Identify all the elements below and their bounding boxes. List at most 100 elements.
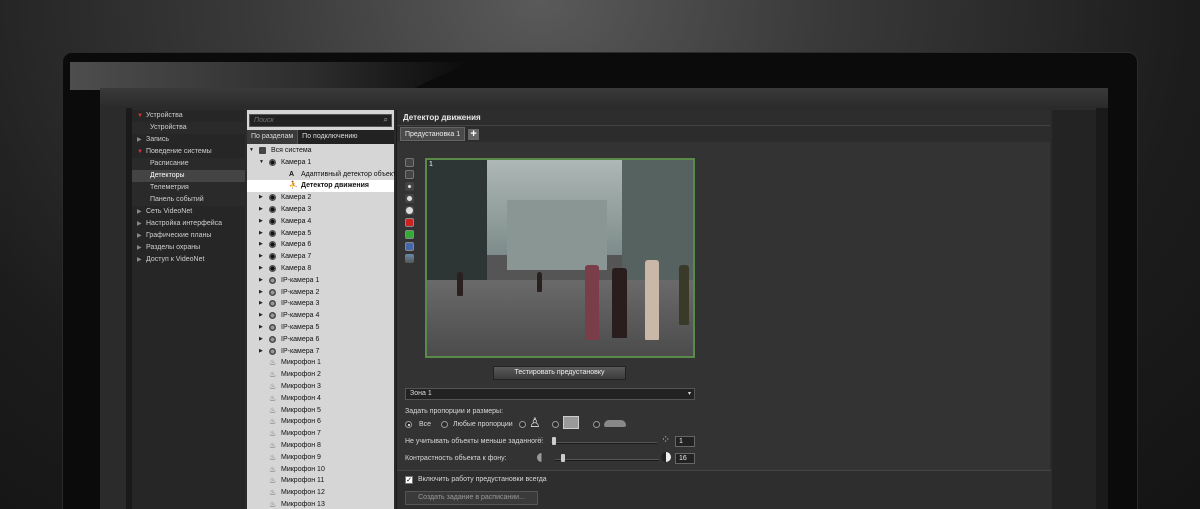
collapse-arrow-icon[interactable]: ▶: [259, 228, 263, 240]
tree-node[interactable]: ♨ Микрофон 9: [247, 452, 394, 464]
collapse-arrow-icon[interactable]: ▶: [259, 239, 263, 251]
tree-node[interactable]: ▶ Камера 7: [247, 251, 394, 263]
tree-node[interactable]: ♨ Микрофон 10: [247, 464, 394, 476]
contrast-slider-knob[interactable]: [561, 454, 565, 462]
tab-by-sections[interactable]: По разделам: [247, 130, 299, 144]
nav-label: Графические планы: [146, 232, 212, 239]
collapse-arrow-icon[interactable]: ▶: [259, 346, 263, 358]
nav-item-4[interactable]: Расписание: [132, 158, 245, 170]
tree-node[interactable]: ▶ Камера 3: [247, 204, 394, 216]
camera-icon: [269, 253, 276, 261]
collapse-arrow-icon[interactable]: ▶: [259, 310, 263, 322]
nav-section-11[interactable]: ▶ Разделы охраны: [132, 242, 245, 254]
tree-node[interactable]: ▶ IP-камера 1: [247, 275, 394, 287]
tree-node[interactable]: ▶ IP-камера 3: [247, 298, 394, 310]
tree-node[interactable]: ♨ Микрофон 13: [247, 499, 394, 509]
tree-node[interactable]: A Адаптивный детектор объектов: [247, 169, 404, 181]
radio-all[interactable]: [405, 421, 412, 428]
collapse-arrow-icon[interactable]: ▶: [259, 275, 263, 287]
schedule-task-button[interactable]: Создать задание в расписании...: [405, 491, 538, 505]
collapse-arrow-icon[interactable]: ▶: [259, 322, 263, 334]
radio-bus[interactable]: [552, 421, 559, 428]
min-size-slider[interactable]: [551, 442, 657, 444]
tree-node-label: Микрофон 9: [281, 453, 321, 461]
zone-select[interactable]: Зона 1 ▾: [405, 388, 695, 400]
red-zone-icon[interactable]: [405, 218, 414, 227]
nav-section-9[interactable]: ▶ Настройка интерфейса: [132, 218, 245, 230]
collapse-arrow-icon[interactable]: ▶: [259, 216, 263, 228]
tree-node[interactable]: ▶ IP-камера 6: [247, 334, 394, 346]
expand-arrow-icon[interactable]: ▼: [249, 145, 254, 157]
expanded-arrow-icon: ▼: [137, 149, 143, 155]
nav-item-6[interactable]: Телеметрия: [132, 182, 245, 194]
contrast-low-icon: [537, 453, 546, 462]
brush-large-icon[interactable]: [405, 206, 414, 215]
tree-node[interactable]: ▶ Камера 8: [247, 263, 394, 275]
camera-icon: [269, 205, 276, 213]
collapse-arrow-icon[interactable]: ▶: [259, 263, 263, 275]
min-size-field[interactable]: 1: [675, 436, 695, 447]
tree-node[interactable]: ⛹ Детектор движения: [247, 180, 394, 193]
brush-small-icon[interactable]: [405, 182, 414, 191]
tree-node[interactable]: ▶ IP-камера 2: [247, 287, 394, 299]
tree-node[interactable]: ♨ Микрофон 11: [247, 475, 394, 487]
expand-arrow-icon[interactable]: ▼: [259, 157, 264, 169]
test-preset-button[interactable]: Тестировать предустановку: [493, 366, 626, 380]
nav-section-8[interactable]: ▶ Сеть VideoNet: [132, 206, 245, 218]
collapse-arrow-icon[interactable]: ▶: [259, 204, 263, 216]
search-box[interactable]: ⌕: [249, 114, 392, 127]
tree-node[interactable]: ▼ Вся система: [247, 145, 394, 157]
rect-tool-icon[interactable]: [405, 158, 414, 167]
tree-node[interactable]: ♨ Микрофон 1: [247, 357, 394, 369]
tree-node[interactable]: ▶ IP-камера 5: [247, 322, 394, 334]
tree-node[interactable]: ♨ Микрофон 7: [247, 428, 394, 440]
camera-icon: [269, 264, 276, 272]
nav-item-5[interactable]: Детекторы: [132, 170, 245, 182]
search-icon[interactable]: ⌕: [384, 115, 388, 125]
collapse-arrow-icon[interactable]: ▶: [259, 287, 263, 299]
nav-section-0[interactable]: ▼ Устройства: [132, 110, 245, 122]
ip-camera-icon: [269, 288, 276, 296]
radio-person[interactable]: [519, 421, 526, 428]
tree-node[interactable]: ▶ Камера 6: [247, 239, 394, 251]
nav-item-1[interactable]: Устройства: [132, 122, 245, 134]
tree-node[interactable]: ♨ Микрофон 2: [247, 369, 394, 381]
blue-zone-icon[interactable]: [405, 242, 414, 251]
tree-node[interactable]: ♨ Микрофон 5: [247, 405, 394, 417]
radio-any-proportions[interactable]: [441, 421, 448, 428]
search-input[interactable]: [250, 115, 391, 126]
brush-medium-icon[interactable]: [405, 194, 414, 203]
tree-node[interactable]: ▶ IP-камера 7: [247, 346, 394, 358]
nav-section-10[interactable]: ▶ Графические планы: [132, 230, 245, 242]
camera-preview[interactable]: 1: [425, 158, 695, 358]
green-zone-icon[interactable]: [405, 230, 414, 239]
erase-tool-icon[interactable]: [405, 170, 414, 179]
tree-node[interactable]: ♨ Микрофон 6: [247, 416, 394, 428]
nav-section-3[interactable]: ▼ Поведение системы: [132, 146, 245, 158]
tab-preset-1[interactable]: Предустановка 1: [400, 127, 466, 141]
collapse-arrow-icon[interactable]: ▶: [259, 298, 263, 310]
radio-car[interactable]: [593, 421, 600, 428]
min-size-slider-knob[interactable]: [552, 437, 556, 445]
tree-node[interactable]: ▶ IP-камера 4: [247, 310, 394, 322]
collapse-arrow-icon[interactable]: ▶: [259, 192, 263, 204]
nav-section-12[interactable]: ▶ Доступ к VideoNet: [132, 254, 245, 266]
tree-node[interactable]: ♨ Микрофон 4: [247, 393, 394, 405]
contrast-slider[interactable]: [555, 459, 659, 461]
contrast-field[interactable]: 16: [675, 453, 695, 464]
collapse-arrow-icon[interactable]: ▶: [259, 251, 263, 263]
collapse-arrow-icon[interactable]: ▶: [259, 334, 263, 346]
tree-node[interactable]: ♨ Микрофон 8: [247, 440, 394, 452]
tree-node[interactable]: ▶ Камера 4: [247, 216, 394, 228]
tree-node[interactable]: ▶ Камера 2: [247, 192, 394, 204]
tree-node[interactable]: ▼ Камера 1: [247, 157, 394, 169]
tree-node[interactable]: ♨ Микрофон 3: [247, 381, 394, 393]
add-preset-button[interactable]: +: [468, 128, 480, 140]
nav-section-2[interactable]: ▶ Запись: [132, 134, 245, 146]
tree-node[interactable]: ♨ Микрофон 12: [247, 487, 394, 499]
image-icon[interactable]: [405, 254, 414, 263]
enable-preset-checkbox[interactable]: ✓: [405, 476, 413, 484]
nav-item-7[interactable]: Панель событий: [132, 194, 245, 206]
tab-by-connection[interactable]: По подключению: [298, 130, 361, 144]
tree-node[interactable]: ▶ Камера 5: [247, 228, 394, 240]
